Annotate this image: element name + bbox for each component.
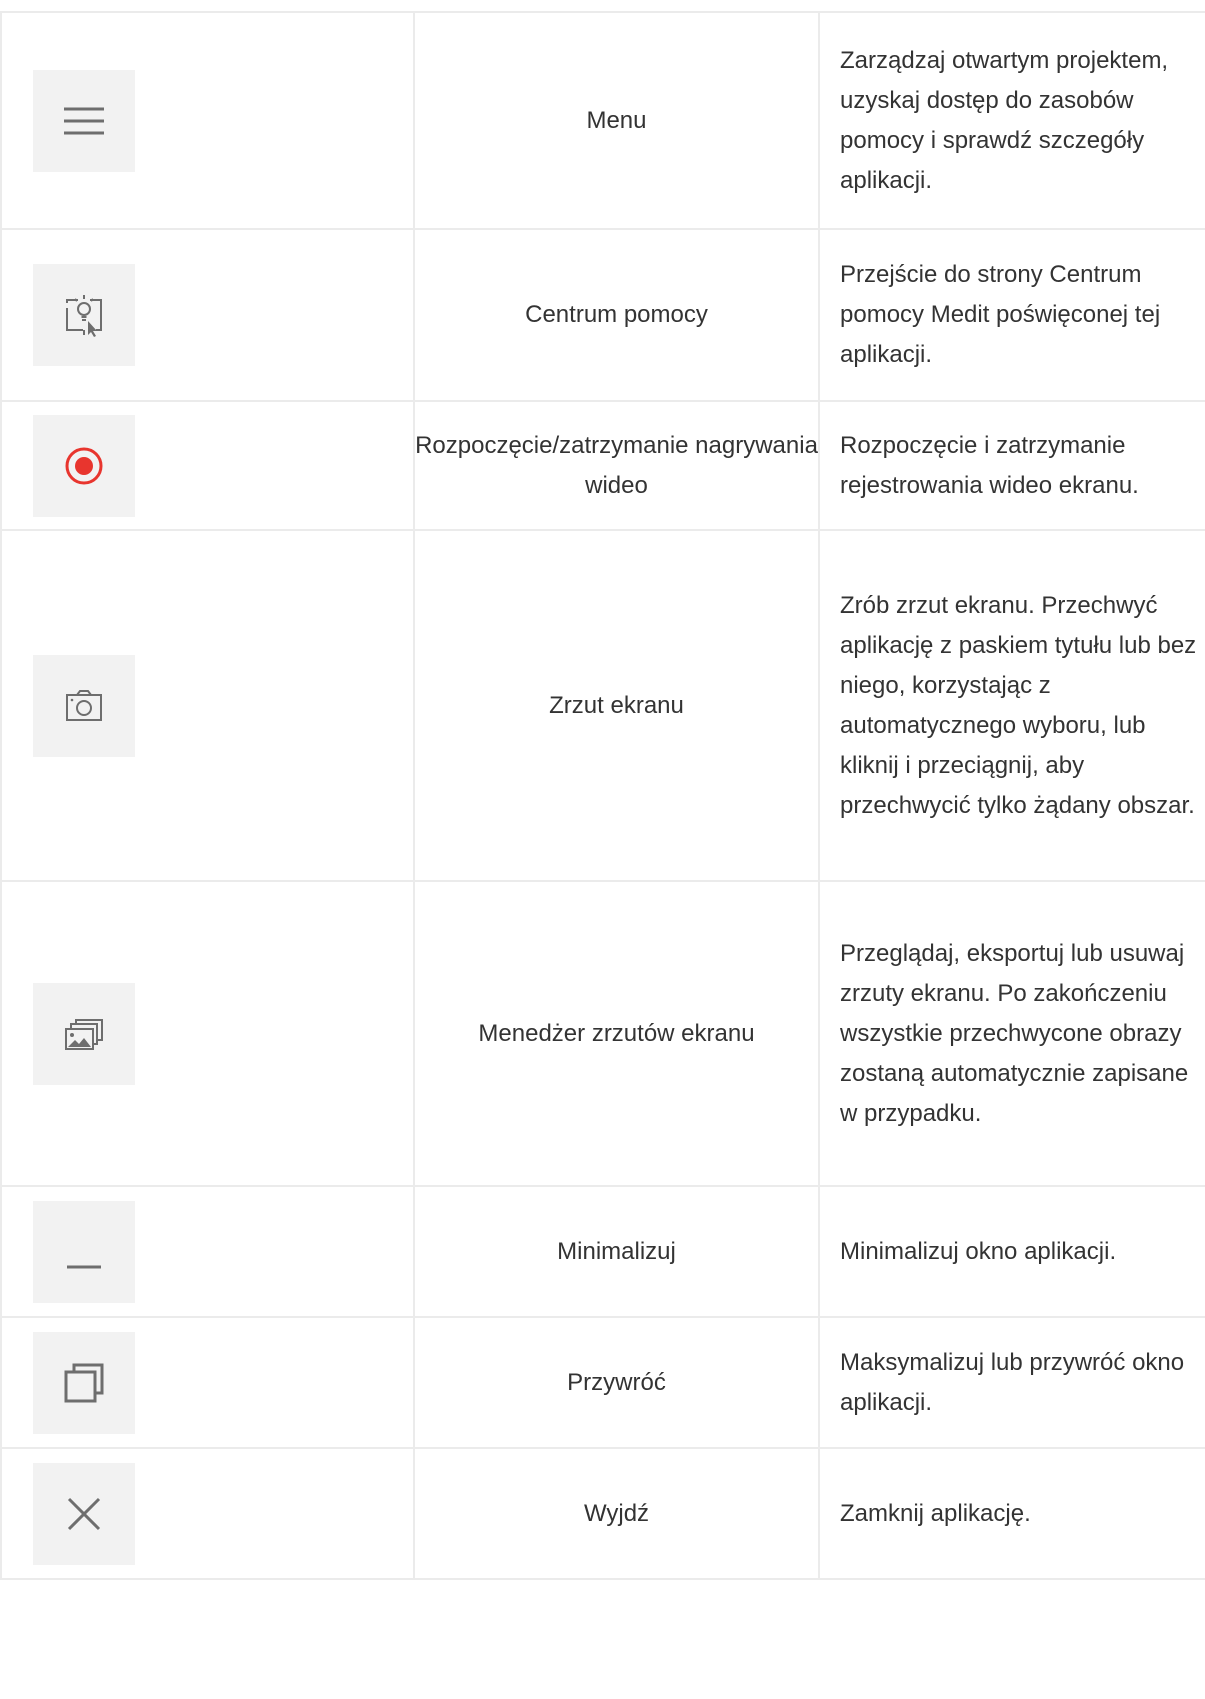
icon-cell — [0, 880, 415, 1187]
camera-icon — [33, 654, 135, 757]
feature-name: Minimalizuj — [413, 1185, 820, 1318]
restore-icon — [33, 1331, 135, 1434]
screenshot-manager-icon — [33, 982, 135, 1085]
feature-description: Rozpoczęcie i zatrzymanie rejestrowania … — [818, 400, 1205, 531]
feature-description: Zamknij aplikację. — [818, 1447, 1205, 1580]
icon-cell — [0, 11, 415, 230]
icon-cell — [0, 228, 415, 402]
feature-name: Menu — [413, 11, 820, 230]
feature-description: Przeglądaj, eksportuj lub usuwaj zrzuty … — [818, 880, 1205, 1187]
feature-name: Wyjdź — [413, 1447, 820, 1580]
help-center-icon — [33, 264, 135, 366]
feature-name: Przywróć — [413, 1316, 820, 1449]
table-row: Centrum pomocy Przejście do strony Centr… — [0, 228, 1205, 402]
feature-description: Maksymalizuj lub przywróć okno aplikacji… — [818, 1316, 1205, 1449]
table-row: Minimalizuj Minimalizuj okno aplikacji. — [0, 1185, 1205, 1318]
feature-name: Rozpoczęcie/zatrzymanie nagrywania wideo — [413, 400, 820, 531]
table-row: Przywróć Maksymalizuj lub przywróć okno … — [0, 1316, 1205, 1449]
minimize-icon — [33, 1200, 135, 1303]
feature-description: Minimalizuj okno aplikacji. — [818, 1185, 1205, 1318]
table-row: Wyjdź Zamknij aplikację. — [0, 1447, 1205, 1580]
table-row: Zrzut ekranu Zrób zrzut ekranu. Przechwy… — [0, 529, 1205, 882]
record-icon — [33, 414, 135, 517]
feature-name: Menedżer zrzutów ekranu — [413, 880, 820, 1187]
hamburger-menu-icon — [33, 69, 135, 172]
icon-cell — [0, 529, 415, 882]
table-row: Menu Zarządzaj otwartym projektem, uzysk… — [0, 11, 1205, 230]
icon-cell — [0, 1185, 415, 1318]
feature-name: Zrzut ekranu — [413, 529, 820, 882]
feature-description: Przejście do strony Centrum pomocy Medit… — [818, 228, 1205, 402]
icon-cell — [0, 1316, 415, 1449]
feature-description: Zrób zrzut ekranu. Przechwyć aplikację z… — [818, 529, 1205, 882]
icon-cell — [0, 400, 415, 531]
icon-cell — [0, 1447, 415, 1580]
close-icon — [33, 1462, 135, 1565]
feature-description: Zarządzaj otwartym projektem, uzyskaj do… — [818, 11, 1205, 230]
feature-table: Menu Zarządzaj otwartym projektem, uzysk… — [0, 11, 1205, 1580]
table-row: Menedżer zrzutów ekranu Przeglądaj, eksp… — [0, 880, 1205, 1187]
feature-name: Centrum pomocy — [413, 228, 820, 402]
table-row: Rozpoczęcie/zatrzymanie nagrywania wideo… — [0, 400, 1205, 531]
